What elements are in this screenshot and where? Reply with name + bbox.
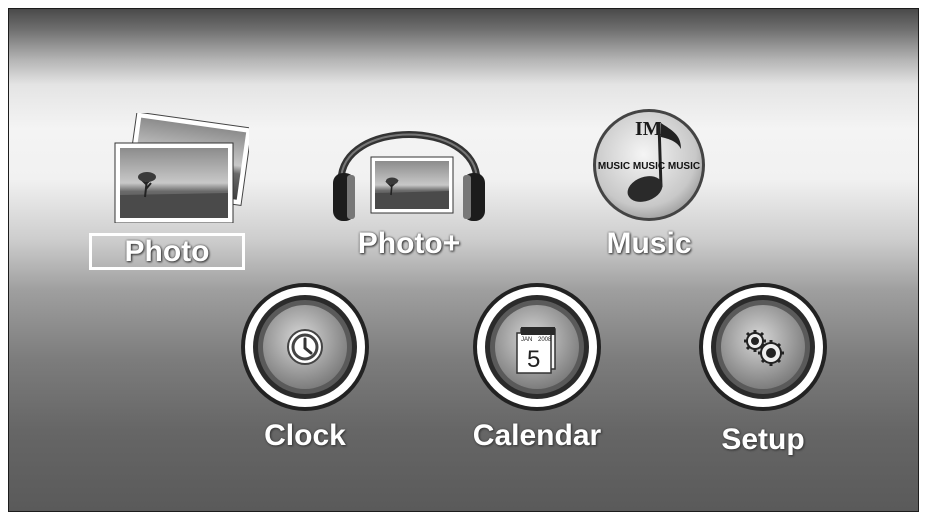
menu-label-setup: Setup	[721, 423, 805, 456]
clock-icon	[241, 283, 369, 411]
main-menu-screen: Photo Photo+ IM MUSIC MUSIC MUSIC Music …	[8, 8, 919, 512]
calendar-year: 2008	[538, 337, 552, 343]
menu-item-setup[interactable]: Setup	[693, 281, 833, 457]
calendar-icon: JAN 2008 5	[473, 283, 601, 411]
menu-item-photo[interactable]: Photo	[89, 113, 249, 270]
menu-item-calendar[interactable]: JAN 2008 5 Calendar	[457, 281, 617, 457]
menu-label-calendar: Calendar	[472, 419, 602, 452]
menu-item-clock[interactable]: Clock	[235, 281, 375, 457]
calendar-day: 5	[527, 346, 540, 373]
menu-item-music[interactable]: IM MUSIC MUSIC MUSIC Music	[569, 109, 729, 261]
photo-stack-icon	[114, 113, 249, 223]
menu-label-clock: Clock	[264, 419, 346, 452]
menu-label-photo-plus: Photo+	[357, 227, 461, 260]
menu-label-photo: Photo	[124, 235, 210, 268]
headphones-photo-icon	[333, 131, 485, 221]
music-badge-text: MUSIC MUSIC MUSIC	[598, 161, 700, 172]
calendar-month: JAN	[521, 337, 532, 343]
menu-item-photo-plus[interactable]: Photo+	[329, 109, 489, 261]
music-note-icon: IM MUSIC MUSIC MUSIC	[593, 109, 705, 221]
menu-label-music: Music	[606, 227, 692, 260]
gears-icon	[699, 283, 827, 411]
